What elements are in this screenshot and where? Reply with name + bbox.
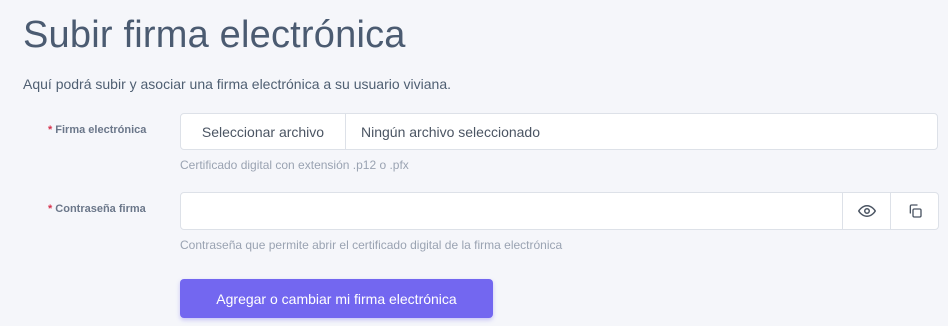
password-input-group (180, 192, 939, 230)
password-field-label: * Contraseña firma (48, 203, 146, 215)
file-status-text: Ningún archivo seleccionado (361, 123, 540, 140)
select-file-button[interactable]: Seleccionar archivo (181, 114, 346, 149)
certificate-label-text: Firma electrónica (55, 124, 147, 136)
copy-password-button[interactable] (890, 193, 938, 229)
page-title: Subir firma electrónica (23, 14, 406, 56)
certificate-field-label: * Firma electrónica (48, 124, 146, 136)
copy-icon (909, 204, 922, 218)
upload-signature-page: Subir firma electrónica Aquí podrá subir… (0, 0, 948, 326)
required-mark: * (48, 203, 53, 215)
password-field[interactable] (181, 193, 842, 229)
required-mark: * (48, 124, 53, 136)
certificate-help-text: Certificado digital con extensión .p12 o… (180, 158, 409, 172)
page-subtitle: Aquí podrá subir y asociar una firma ele… (23, 76, 451, 92)
certificate-file-input[interactable]: Seleccionar archivo Ningún archivo selec… (180, 113, 938, 150)
eye-icon (857, 205, 876, 217)
toggle-password-visibility-button[interactable] (842, 193, 890, 229)
submit-signature-button[interactable]: Agregar o cambiar mi firma electrónica (180, 279, 493, 318)
password-help-text: Contraseña que permite abrir el certific… (180, 238, 563, 252)
password-label-text: Contraseña firma (55, 203, 146, 215)
